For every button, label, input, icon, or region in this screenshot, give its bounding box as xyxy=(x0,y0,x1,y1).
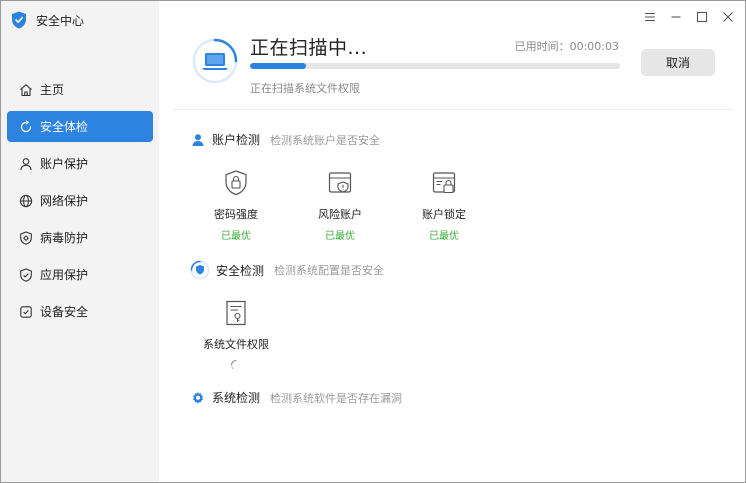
home-icon xyxy=(19,83,33,97)
globe-icon xyxy=(19,194,33,208)
virus-shield-icon xyxy=(19,230,33,245)
password-shield-icon xyxy=(222,169,250,197)
gear-icon xyxy=(190,390,206,406)
scan-status-title: 正在扫描中... xyxy=(250,37,368,59)
check-item-label: 系统文件权限 xyxy=(203,338,269,351)
sidebar-item-label: 应用保护 xyxy=(40,268,89,282)
check-item-label: 账户锁定 xyxy=(422,208,466,221)
scan-current-task: 正在扫描系统文件权限 xyxy=(250,82,360,95)
check-item-label: 密码强度 xyxy=(214,208,258,221)
section-security-header: 安全检测 检测系统配置是否安全 xyxy=(190,260,384,280)
sidebar-item-home[interactable]: 主页 xyxy=(7,74,153,105)
section-title: 系统检测 xyxy=(212,391,261,405)
user-icon xyxy=(19,157,33,171)
close-icon[interactable] xyxy=(721,10,735,24)
sidebar-item-virus-protection[interactable]: 病毒防护 xyxy=(7,222,153,253)
sidebar-item-label: 安全体检 xyxy=(40,120,89,134)
refresh-icon xyxy=(19,119,33,134)
check-item-status: 已最优 xyxy=(221,231,251,242)
scanning-laptop-icon xyxy=(191,37,239,85)
loading-spinner-icon xyxy=(230,356,242,370)
section-title: 安全检测 xyxy=(216,263,265,278)
check-item-password-strength: 密码强度 已最优 xyxy=(191,169,281,242)
security-check-loading-icon xyxy=(190,260,210,280)
divider xyxy=(173,109,733,110)
security-center-window: 安全中心 主页 安全体检 账户保护 网络保护 病毒防护 应用保护 设备安全 正在… xyxy=(0,0,746,483)
account-lock-icon xyxy=(430,169,458,197)
sidebar-item-label: 网络保护 xyxy=(40,194,89,208)
shield-logo-icon xyxy=(11,11,27,29)
minimize-icon[interactable] xyxy=(669,10,683,24)
sidebar-nav: 主页 安全体检 账户保护 网络保护 病毒防护 应用保护 设备安全 xyxy=(7,74,153,333)
sidebar-item-device-security[interactable]: 设备安全 xyxy=(7,296,153,327)
check-item-risk-account: 风险账户 已最优 xyxy=(295,169,385,242)
section-system-header: 系统检测 检测系统软件是否存在漏洞 xyxy=(190,389,402,406)
check-item-status: 已最优 xyxy=(325,231,355,242)
sidebar-item-label: 设备安全 xyxy=(40,305,89,319)
section-description: 检测系统配置是否安全 xyxy=(274,264,385,277)
check-item-account-lock: 账户锁定 已最优 xyxy=(399,169,489,242)
scan-progress-fill xyxy=(250,63,306,69)
account-section-icon xyxy=(190,132,206,148)
file-permission-icon xyxy=(222,299,250,327)
check-item-label: 风险账户 xyxy=(318,208,362,221)
sidebar-item-label: 主页 xyxy=(40,83,65,97)
window-controls xyxy=(643,10,735,24)
maximize-icon[interactable] xyxy=(695,10,709,24)
elapsed-time: 已用时间：00:00:03 xyxy=(514,40,619,53)
menu-icon[interactable] xyxy=(643,10,657,24)
section-account-header: 账户检测 检测系统账户是否安全 xyxy=(190,131,380,148)
section-description: 检测系统账户是否安全 xyxy=(270,133,381,147)
scan-progress-bar xyxy=(250,63,620,69)
sidebar-item-app-protection[interactable]: 应用保护 xyxy=(7,259,153,290)
device-check-icon xyxy=(19,305,33,319)
sidebar-item-label: 账户保护 xyxy=(40,157,89,171)
sidebar-item-label: 病毒防护 xyxy=(40,231,89,245)
risk-account-icon xyxy=(326,169,354,197)
cancel-button[interactable]: 取消 xyxy=(641,49,715,76)
app-header: 安全中心 xyxy=(11,10,84,30)
check-item-system-file-permission: 系统文件权限 xyxy=(191,299,281,370)
check-item-status: 已最优 xyxy=(429,231,459,242)
section-description: 检测系统软件是否存在漏洞 xyxy=(270,391,403,405)
sidebar: 安全中心 主页 安全体检 账户保护 网络保护 病毒防护 应用保护 设备安全 xyxy=(1,1,159,482)
section-title: 账户检测 xyxy=(212,133,261,147)
app-shield-icon xyxy=(19,267,33,282)
sidebar-item-checkup[interactable]: 安全体检 xyxy=(7,111,153,142)
sidebar-item-account-protection[interactable]: 账户保护 xyxy=(7,148,153,179)
app-title: 安全中心 xyxy=(36,13,85,28)
sidebar-item-network-protection[interactable]: 网络保护 xyxy=(7,185,153,216)
